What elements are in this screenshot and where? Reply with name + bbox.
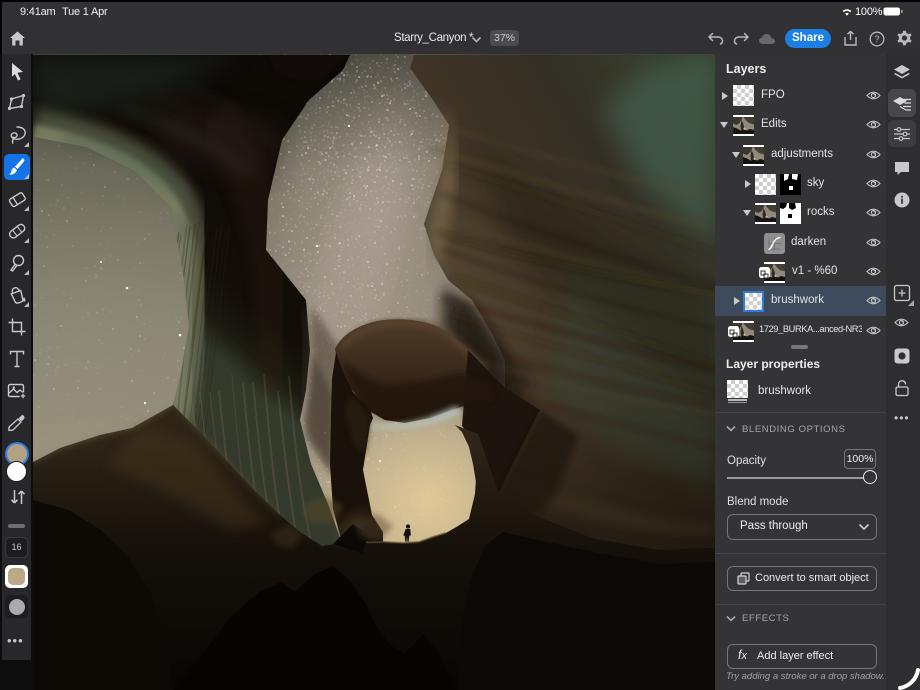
svg-text:?: ? [874,34,879,44]
